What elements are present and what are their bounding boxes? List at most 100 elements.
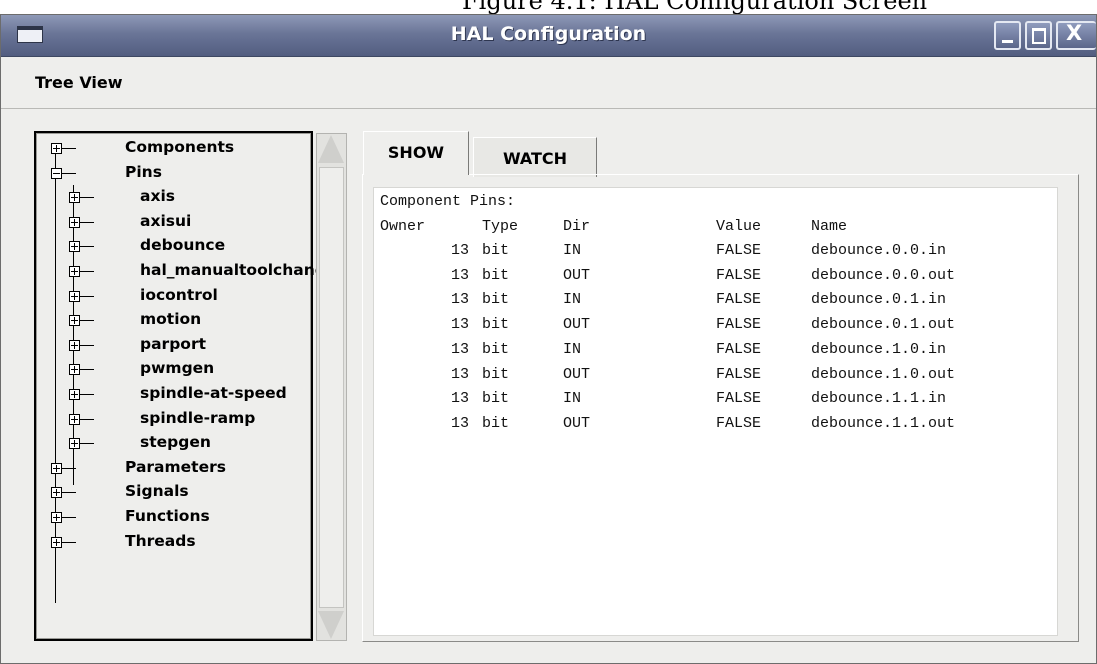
pin-name: debounce.0.0.out xyxy=(811,266,956,284)
pin-name: debounce.1.1.out xyxy=(811,414,956,432)
tree-scrollbar[interactable] xyxy=(316,133,347,641)
col-value-header: Value xyxy=(716,218,762,235)
pin-type: bit xyxy=(482,390,510,408)
tree-item-label: debounce xyxy=(140,237,226,255)
pin-name: debounce.1.0.in xyxy=(811,340,947,358)
pin-owner: 13 xyxy=(450,390,469,408)
tree-connector xyxy=(62,541,76,543)
expand-icon[interactable] xyxy=(69,266,80,277)
pin-value: FALSE xyxy=(716,414,762,432)
tree-item-label: hal_manualtoolchange xyxy=(140,262,318,279)
close-button[interactable]: X xyxy=(1056,21,1096,50)
pin-value: FALSE xyxy=(716,242,762,259)
pin-name: debounce.1.0.out xyxy=(811,365,956,383)
tree-connector xyxy=(80,197,94,199)
tab-watch-label: WATCH xyxy=(502,149,568,168)
pin-dir: IN xyxy=(563,340,582,358)
expand-icon[interactable] xyxy=(69,216,80,228)
maximize-button[interactable] xyxy=(1025,21,1052,50)
pin-value: FALSE xyxy=(716,365,762,383)
pin-value: FALSE xyxy=(716,266,762,284)
expand-icon[interactable] xyxy=(51,536,62,548)
output-text-area[interactable]: Component Pins: Owner Type Dir Value Nam… xyxy=(373,187,1058,636)
tree-item[interactable]: iocontrol xyxy=(48,287,318,307)
tree-connector xyxy=(80,295,94,297)
tree-item[interactable]: axis xyxy=(48,188,318,208)
tree-connector xyxy=(80,394,94,395)
title-bar[interactable]: HAL Configuration X xyxy=(1,15,1096,57)
pin-dir: IN xyxy=(563,390,582,408)
menu-bar: Tree View xyxy=(1,58,1096,109)
pin-type: bit xyxy=(482,242,510,259)
pin-type: bit xyxy=(482,340,510,358)
tree-item[interactable]: parport xyxy=(48,336,318,356)
tree-item[interactable]: debounce xyxy=(48,237,318,257)
tree-connector xyxy=(62,172,76,174)
pin-owner: 13 xyxy=(450,316,469,334)
tree-item[interactable]: spindle-ramp xyxy=(48,410,318,430)
expand-icon[interactable] xyxy=(69,192,80,204)
pin-type: bit xyxy=(482,414,510,432)
scroll-thumb[interactable] xyxy=(319,167,344,608)
tree-item-label: Parameters xyxy=(125,457,226,476)
pin-owner: 13 xyxy=(450,365,469,383)
pin-value: FALSE xyxy=(716,390,762,408)
menu-tree-view[interactable]: Tree View xyxy=(35,73,123,92)
expand-icon[interactable] xyxy=(69,438,80,450)
tree-connector xyxy=(62,517,76,518)
tree-connector xyxy=(80,369,94,371)
tree-item[interactable]: axisui xyxy=(48,213,318,233)
tree-item-label: Functions xyxy=(125,507,210,525)
tree-item[interactable]: spindle-at-speed xyxy=(48,385,318,405)
pin-dir: OUT xyxy=(563,266,591,284)
tree-connector xyxy=(62,148,76,149)
scroll-down-arrow-icon[interactable] xyxy=(318,611,344,639)
tree-item-label: stepgen xyxy=(140,434,211,452)
expand-icon[interactable] xyxy=(69,364,80,376)
collapse-icon[interactable] xyxy=(51,167,62,179)
expand-icon[interactable] xyxy=(69,413,80,425)
pin-type: bit xyxy=(482,291,510,309)
pin-value: FALSE xyxy=(716,291,762,309)
tab-show[interactable]: SHOW xyxy=(363,131,469,175)
col-name-header: Name xyxy=(811,218,848,235)
expand-icon[interactable] xyxy=(51,512,62,523)
window-title: HAL Configuration xyxy=(450,23,647,45)
col-type-header: Type xyxy=(482,218,519,235)
output-heading: Component Pins: xyxy=(380,193,516,210)
expand-icon[interactable] xyxy=(69,241,80,253)
pin-value: FALSE xyxy=(716,316,762,334)
expand-icon[interactable] xyxy=(69,389,80,400)
expand-icon[interactable] xyxy=(69,339,80,351)
expand-icon[interactable] xyxy=(69,315,80,327)
tree-connector xyxy=(80,443,94,445)
pin-dir: OUT xyxy=(563,316,591,334)
document-caption: Figure 4.1: HAL Configuration Screen xyxy=(0,0,1097,14)
tree-item[interactable]: motion xyxy=(48,311,318,331)
expand-icon[interactable] xyxy=(69,290,80,302)
tree-item-label: parport xyxy=(140,335,206,353)
expand-icon[interactable] xyxy=(51,487,62,499)
tab-watch[interactable]: WATCH xyxy=(473,137,597,177)
scroll-up-arrow-icon[interactable] xyxy=(318,135,344,163)
tree-item-label: pwmgen xyxy=(140,360,215,378)
pin-name: debounce.0.0.in xyxy=(811,242,947,259)
tree-item[interactable]: pwmgen xyxy=(48,360,318,380)
tree-item-label: Components xyxy=(125,138,235,156)
col-dir-header: Dir xyxy=(563,218,591,235)
col-owner-header: Owner xyxy=(380,218,426,235)
pin-name: debounce.0.1.out xyxy=(811,316,956,334)
tree-connector xyxy=(62,467,76,469)
pin-owner: 13 xyxy=(450,414,469,432)
tree-item-label: axis xyxy=(140,188,175,206)
caption-text: Figure 4.1: HAL Configuration Screen xyxy=(462,0,928,14)
expand-icon[interactable] xyxy=(51,143,62,154)
tree-item-label: Pins xyxy=(125,162,162,181)
tree-item[interactable]: stepgen xyxy=(48,434,318,454)
tree-connector xyxy=(80,320,94,322)
tree-item[interactable]: hal_manualtoolchange xyxy=(48,262,318,282)
tree-item-label: motion xyxy=(140,311,202,329)
minimize-button[interactable] xyxy=(994,21,1021,50)
expand-icon[interactable] xyxy=(51,462,62,474)
pin-dir: OUT xyxy=(563,414,591,432)
